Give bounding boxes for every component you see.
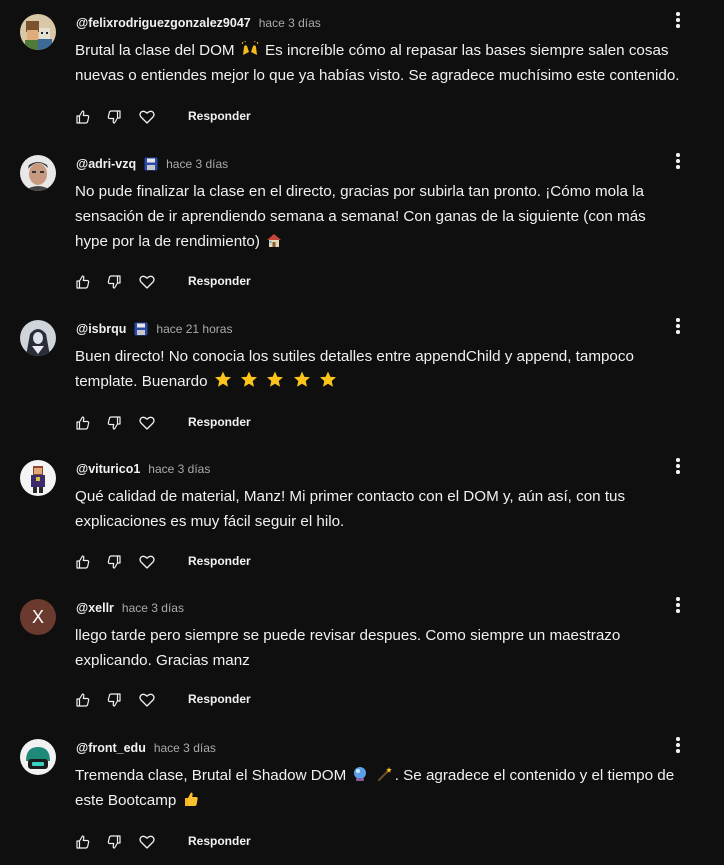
heart-icon[interactable] — [138, 273, 156, 291]
more-options-icon[interactable] — [668, 8, 688, 32]
dislike-icon[interactable] — [105, 833, 123, 851]
reply-button[interactable]: Responder — [188, 554, 251, 568]
comment-timestamp[interactable]: hace 21 horas — [156, 322, 232, 336]
comment-timestamp[interactable]: hace 3 días — [154, 741, 216, 755]
avatar[interactable] — [20, 155, 56, 191]
avatar[interactable]: X — [20, 599, 56, 635]
comment-actions: Responder — [74, 414, 334, 434]
comment-actions: Responder — [74, 553, 334, 573]
like-icon[interactable] — [74, 833, 92, 851]
dislike-icon[interactable] — [105, 553, 123, 571]
comment-author[interactable]: @adri-vzq — [76, 157, 136, 171]
dislike-icon[interactable] — [105, 108, 123, 126]
like-icon[interactable] — [74, 553, 92, 571]
raising-hands-emoji — [241, 41, 259, 57]
comment-author[interactable]: @xellr — [76, 601, 114, 615]
dislike-icon[interactable] — [105, 691, 123, 709]
comment-text: Brutal la clase del DOM Es increíble cóm… — [75, 41, 680, 84]
avatar[interactable] — [20, 14, 56, 50]
heart-icon[interactable] — [138, 108, 156, 126]
floppy-disk-icon — [144, 157, 158, 171]
comment-timestamp[interactable]: hace 3 días — [148, 462, 210, 476]
floppy-disk-icon — [134, 322, 148, 336]
comment-actions: Responder — [74, 108, 334, 128]
avatar[interactable] — [20, 739, 56, 775]
comment-author[interactable]: @isbrqu — [76, 322, 126, 336]
reply-button[interactable]: Responder — [188, 834, 251, 848]
like-icon[interactable] — [74, 414, 92, 432]
dislike-icon[interactable] — [105, 414, 123, 432]
comment-actions: Responder — [74, 833, 334, 853]
heart-icon[interactable] — [138, 553, 156, 571]
star-emoji — [214, 371, 232, 388]
reply-button[interactable]: Responder — [188, 274, 251, 288]
reply-button[interactable]: Responder — [188, 692, 251, 706]
comment-author[interactable]: @viturico1 — [76, 462, 140, 476]
heart-icon[interactable] — [138, 691, 156, 709]
more-options-icon[interactable] — [668, 149, 688, 173]
comment-text: Qué calidad de material, Manz! Mi primer… — [75, 488, 626, 530]
comment-text: Tremenda clase, Brutal el Shadow DOM . S… — [75, 766, 675, 809]
comment-actions: Responder — [74, 691, 334, 711]
star-emoji — [319, 371, 337, 388]
magic-wand-emoji — [377, 766, 393, 782]
more-options-icon[interactable] — [668, 593, 688, 617]
comment-timestamp[interactable]: hace 3 días — [259, 16, 321, 30]
thumbs-up-emoji — [183, 791, 199, 807]
dislike-icon[interactable] — [105, 273, 123, 291]
avatar[interactable] — [20, 460, 56, 496]
comment-text: llego tarde pero siempre se puede revisa… — [75, 627, 621, 669]
more-options-icon[interactable] — [668, 733, 688, 757]
comment-actions: Responder — [74, 273, 334, 293]
avatar[interactable] — [20, 320, 56, 356]
heart-icon[interactable] — [138, 414, 156, 432]
crystal-ball-emoji — [352, 766, 368, 782]
comment-timestamp[interactable]: hace 3 días — [166, 157, 228, 171]
comment-text: No pude finalizar la clase en el directo… — [75, 183, 646, 250]
like-icon[interactable] — [74, 108, 92, 126]
comment-author[interactable]: @felixrodriguezgonzalez9047 — [76, 16, 251, 30]
comment-text: Buen directo! No conocia los sutiles det… — [75, 348, 634, 390]
reply-button[interactable]: Responder — [188, 109, 251, 123]
star-emoji — [240, 371, 258, 388]
more-options-icon[interactable] — [668, 314, 688, 338]
avatar-letter: X — [31, 606, 44, 627]
star-emoji — [293, 371, 311, 388]
more-options-icon[interactable] — [668, 454, 688, 478]
reply-button[interactable]: Responder — [188, 415, 251, 429]
star-emoji — [266, 371, 284, 388]
house-emoji — [266, 232, 282, 248]
heart-icon[interactable] — [138, 833, 156, 851]
comment-author[interactable]: @front_edu — [76, 741, 146, 755]
like-icon[interactable] — [74, 691, 92, 709]
like-icon[interactable] — [74, 273, 92, 291]
comment-timestamp[interactable]: hace 3 días — [122, 601, 184, 615]
